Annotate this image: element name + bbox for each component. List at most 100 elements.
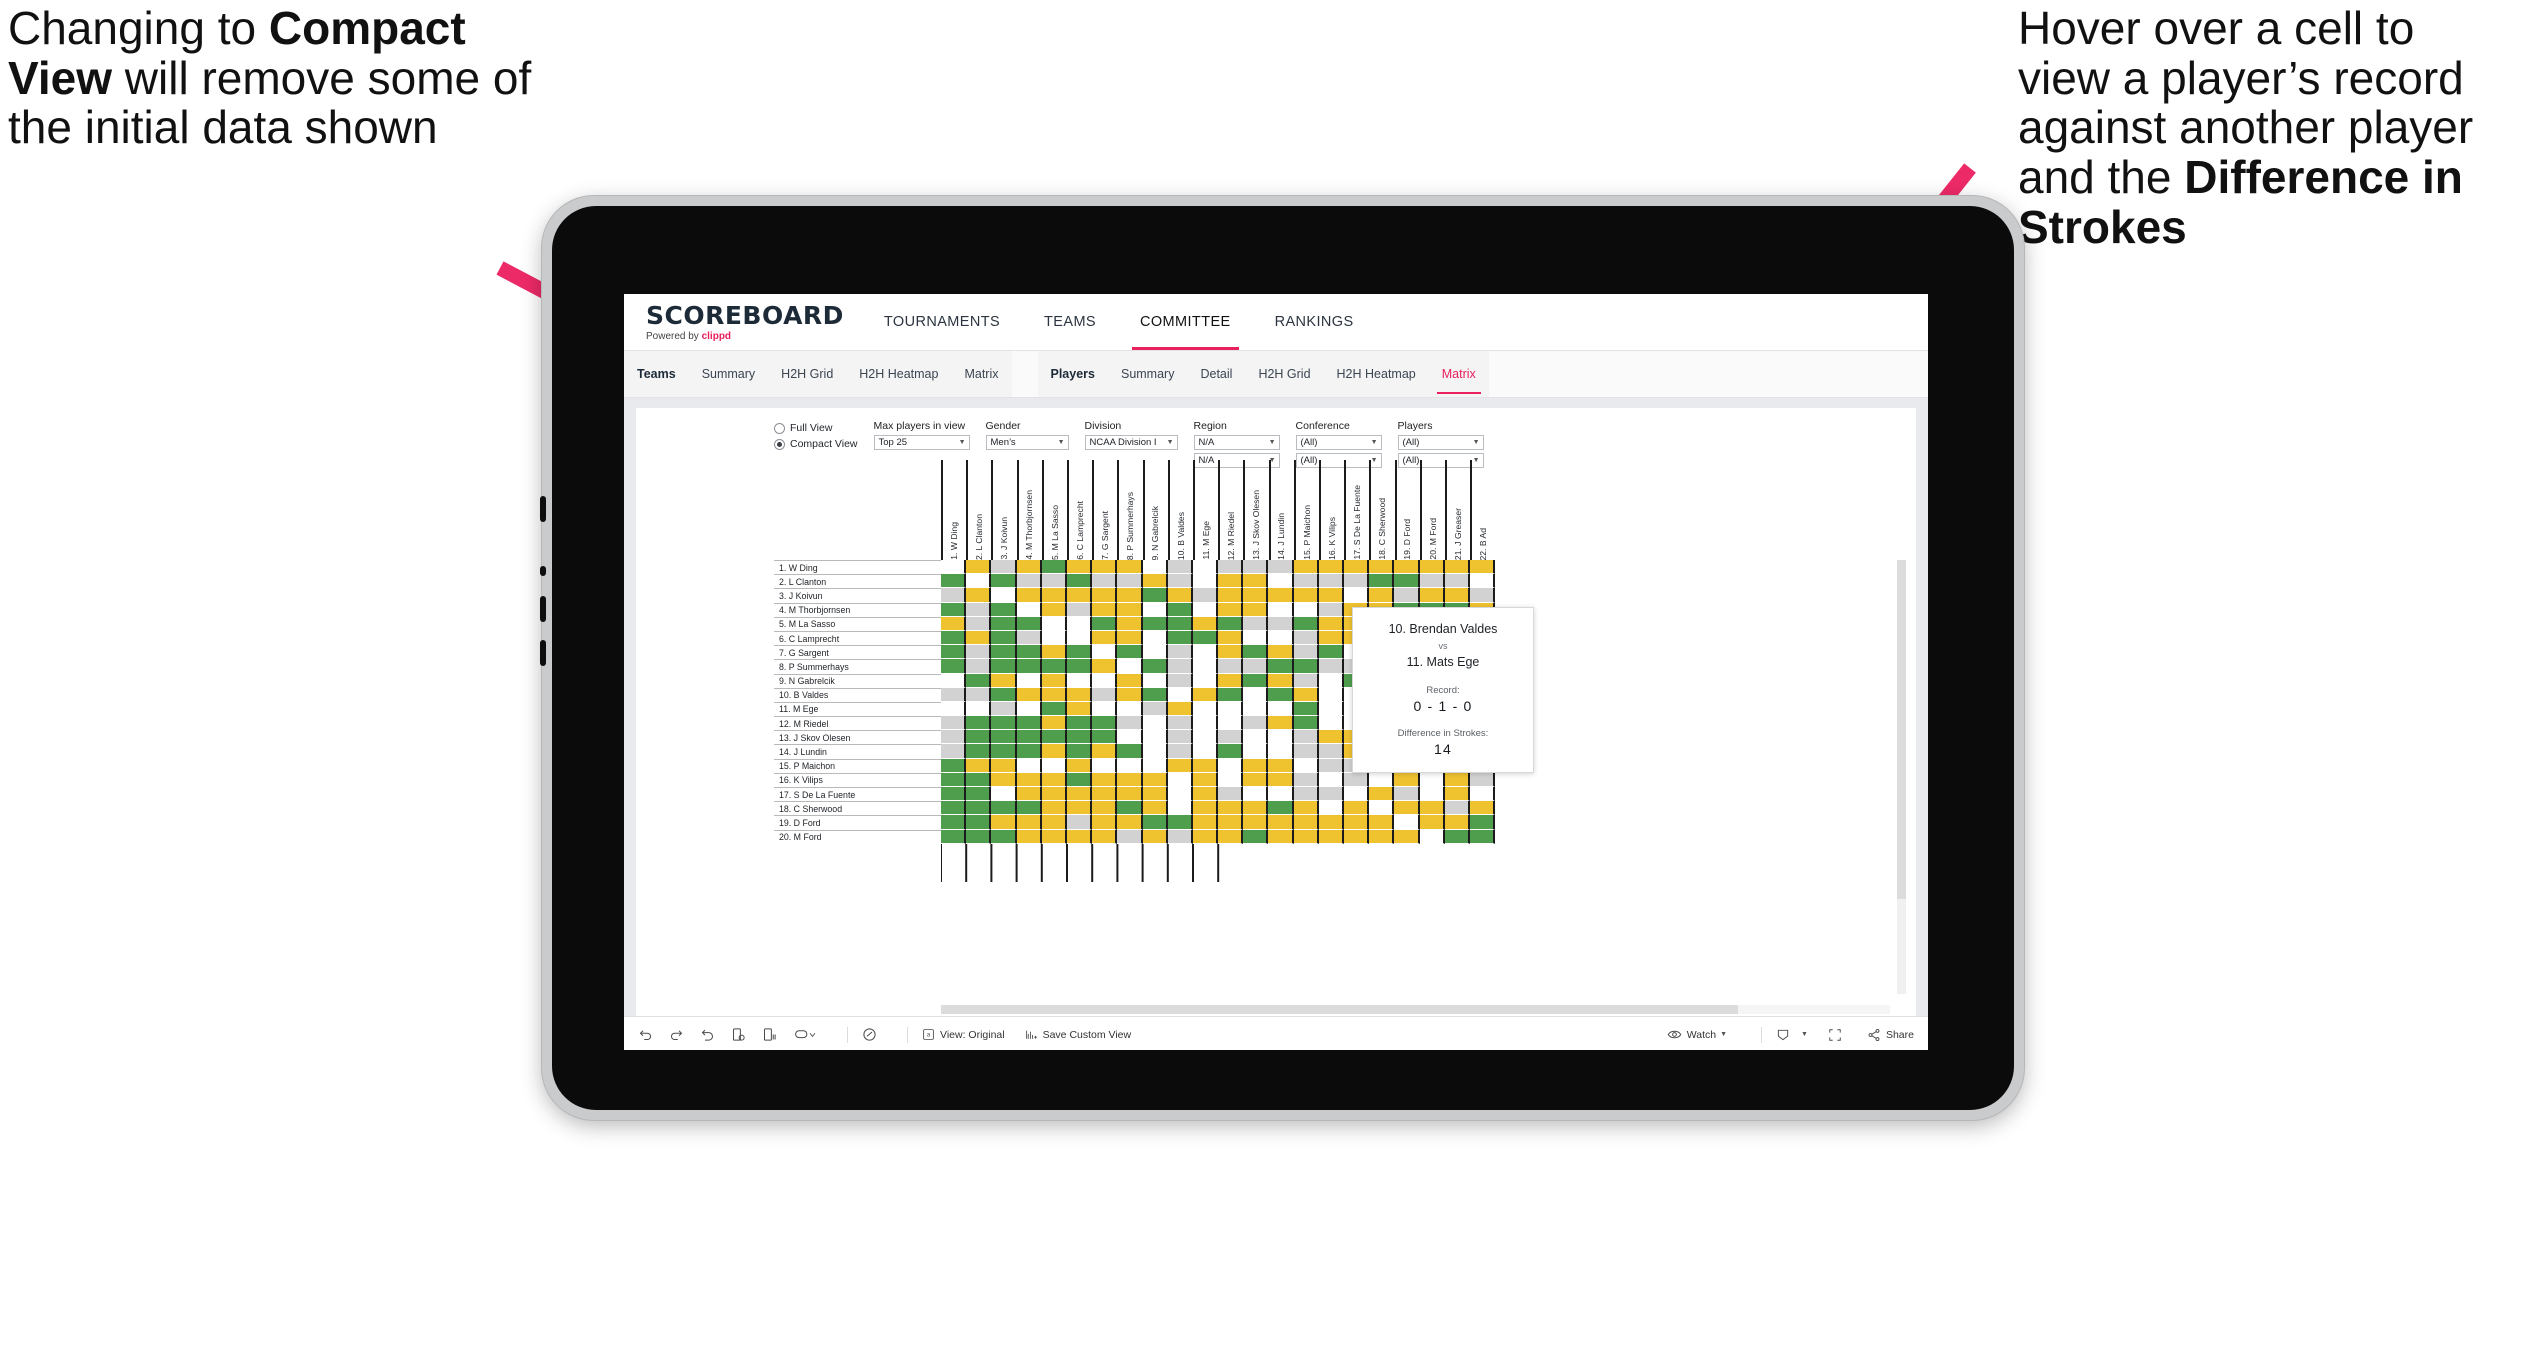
help-icon[interactable] <box>862 1027 877 1042</box>
matrix-cell[interactable] <box>941 801 967 816</box>
sub-tab-players-detail[interactable]: Detail <box>1187 351 1245 397</box>
matrix-cell[interactable] <box>1117 815 1143 830</box>
matrix-cell[interactable] <box>941 560 967 575</box>
matrix-cell[interactable] <box>1318 716 1344 731</box>
matrix-cell[interactable] <box>941 701 967 717</box>
matrix-cell[interactable] <box>966 574 992 589</box>
matrix-cell[interactable] <box>1218 744 1244 759</box>
matrix-cell[interactable] <box>1444 560 1470 575</box>
matrix-cell[interactable] <box>1318 758 1344 773</box>
matrix-cell[interactable] <box>1167 815 1193 830</box>
matrix-cell[interactable] <box>941 744 967 759</box>
matrix-cell[interactable] <box>1268 602 1294 617</box>
matrix-cell[interactable] <box>1142 815 1168 830</box>
matrix-cell[interactable] <box>1369 574 1395 589</box>
matrix-cell[interactable] <box>1016 659 1042 674</box>
matrix-cell[interactable] <box>1167 687 1193 702</box>
matrix-cell[interactable] <box>1167 659 1193 674</box>
matrix-cell[interactable] <box>1142 744 1168 759</box>
matrix-cell[interactable] <box>1092 574 1118 589</box>
matrix-cell[interactable] <box>1318 772 1344 787</box>
matrix-cell[interactable] <box>1469 815 1496 830</box>
matrix-cell[interactable] <box>1167 645 1193 660</box>
matrix-cell[interactable] <box>991 716 1017 731</box>
sub-tab-teams[interactable]: Teams <box>624 351 689 397</box>
horizontal-scrollbar[interactable] <box>941 1005 1890 1014</box>
matrix-cell[interactable] <box>1318 560 1344 575</box>
matrix-cell[interactable] <box>1066 758 1093 773</box>
matrix-cell[interactable] <box>1041 616 1067 631</box>
matrix-cell[interactable] <box>1192 574 1219 589</box>
radio-full-view[interactable]: Full View <box>774 422 858 434</box>
sub-tab-teams-summary[interactable]: Summary <box>689 351 768 397</box>
matrix-cell[interactable] <box>1268 801 1294 816</box>
app-logo[interactable]: SCOREBOARD Powered by clippd <box>624 294 862 350</box>
matrix-cell[interactable] <box>1167 758 1193 773</box>
matrix-cell[interactable] <box>1092 673 1118 688</box>
matrix-cell[interactable] <box>1318 659 1344 674</box>
matrix-cell[interactable] <box>941 616 967 631</box>
matrix-cell[interactable] <box>1192 829 1219 844</box>
matrix-cell[interactable] <box>1167 574 1193 589</box>
matrix-cell[interactable] <box>1192 659 1219 674</box>
matrix-cell[interactable] <box>1142 687 1168 702</box>
matrix-cell[interactable] <box>1192 772 1219 787</box>
matrix-cell[interactable] <box>991 602 1017 617</box>
matrix-cell[interactable] <box>1419 787 1445 802</box>
matrix-cell[interactable] <box>1318 673 1344 688</box>
nav-tab-committee[interactable]: COMMITTEE <box>1118 294 1253 350</box>
matrix-cell[interactable] <box>1066 701 1093 717</box>
matrix-cell[interactable] <box>1369 772 1395 787</box>
matrix-cell[interactable] <box>941 772 967 787</box>
matrix-cell[interactable] <box>1117 645 1143 660</box>
matrix-cell[interactable] <box>1066 815 1093 830</box>
matrix-cell[interactable] <box>1066 630 1093 646</box>
sub-tab-players-h2h-heatmap[interactable]: H2H Heatmap <box>1324 351 1429 397</box>
matrix-cell[interactable] <box>1142 829 1168 844</box>
matrix-cell[interactable] <box>1243 574 1269 589</box>
matrix-cell[interactable] <box>1142 787 1168 802</box>
matrix-cell[interactable] <box>941 815 967 830</box>
matrix-cell[interactable] <box>1142 758 1168 773</box>
matrix-cell[interactable] <box>1142 630 1168 646</box>
matrix-cell[interactable] <box>1192 815 1219 830</box>
matrix-cell[interactable] <box>966 659 992 674</box>
matrix-cell[interactable] <box>1192 673 1219 688</box>
matrix-cell[interactable] <box>991 687 1017 702</box>
matrix-cell[interactable] <box>1293 716 1319 731</box>
matrix-cell[interactable] <box>1142 701 1168 717</box>
matrix-cell[interactable] <box>1192 716 1219 731</box>
matrix-cell[interactable] <box>1293 687 1319 702</box>
matrix-cell[interactable] <box>1142 602 1168 617</box>
matrix-cell[interactable] <box>966 772 992 787</box>
matrix-cell[interactable] <box>1218 772 1244 787</box>
matrix-cell[interactable] <box>1092 645 1118 660</box>
matrix-cell[interactable] <box>1293 744 1319 759</box>
matrix-cell[interactable] <box>1066 829 1093 844</box>
matrix-cell[interactable] <box>1369 787 1395 802</box>
matrix-cell[interactable] <box>1092 730 1118 745</box>
matrix-cell[interactable] <box>1041 744 1067 759</box>
matrix-cell[interactable] <box>1041 815 1067 830</box>
matrix-cell[interactable] <box>991 787 1017 802</box>
undo-icon[interactable] <box>638 1027 653 1042</box>
matrix-cell[interactable] <box>1268 673 1294 688</box>
matrix-cell[interactable] <box>1167 829 1193 844</box>
matrix-cell[interactable] <box>1218 602 1244 617</box>
matrix-cell[interactable] <box>1218 659 1244 674</box>
matrix-cell[interactable] <box>1369 801 1395 816</box>
sub-tab-players-matrix[interactable]: Matrix <box>1429 351 1489 397</box>
matrix-cell[interactable] <box>1092 701 1118 717</box>
matrix-cell[interactable] <box>1318 602 1344 617</box>
matrix-cell[interactable] <box>1066 659 1093 674</box>
matrix-cell[interactable] <box>1066 744 1093 759</box>
matrix-cell[interactable] <box>1192 730 1219 745</box>
matrix-cell[interactable] <box>1142 560 1168 575</box>
matrix-cell[interactable] <box>1218 574 1244 589</box>
matrix-cell[interactable] <box>1117 758 1143 773</box>
watch-button[interactable]: Watch ▼ <box>1667 1028 1727 1041</box>
matrix-cell[interactable] <box>1369 815 1395 830</box>
matrix-cell[interactable] <box>1041 560 1067 575</box>
matrix-cell[interactable] <box>1243 829 1269 844</box>
matrix-cell[interactable] <box>991 588 1017 603</box>
